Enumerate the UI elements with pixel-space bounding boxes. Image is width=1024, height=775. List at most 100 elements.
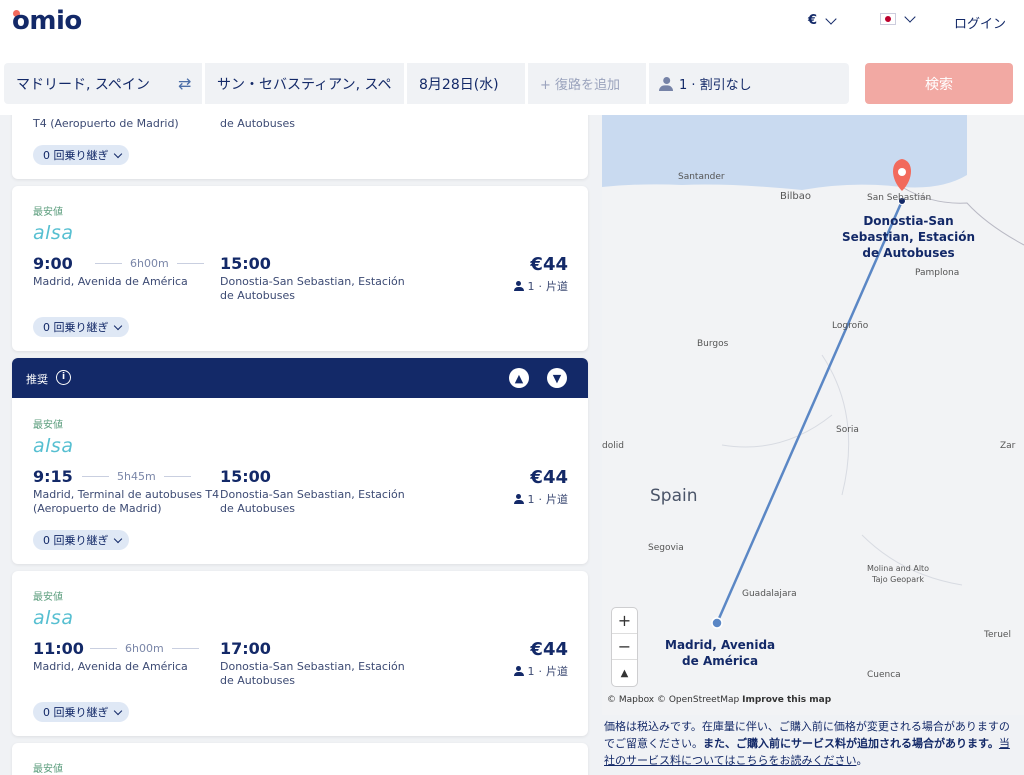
compass-icon[interactable]: ▲: [612, 660, 637, 686]
map-label-country: Spain: [650, 486, 698, 506]
transfer-toggle[interactable]: 0 回乗り継ぎ: [33, 702, 129, 722]
japan-flag-icon: [880, 13, 896, 25]
map-label: Segovia: [648, 543, 684, 553]
arrival-time: 15:00: [220, 254, 271, 273]
language-selector[interactable]: [880, 11, 916, 25]
map-label: dolid: [602, 441, 624, 451]
person-icon: [659, 76, 673, 91]
chevron-down-icon: [113, 149, 122, 158]
results-list[interactable]: T4 (Aeropuerto de Madrid) de Autobuses 0…: [0, 115, 602, 775]
info-icon[interactable]: i: [56, 370, 71, 385]
arrival-station: Donostia-San Sebastian, Estación de Auto…: [220, 660, 405, 687]
map-label: Logroño: [832, 321, 869, 331]
zoom-controls: + − ▲: [612, 608, 637, 686]
chevron-down-icon: [113, 534, 122, 543]
map-label: Santander: [678, 172, 725, 182]
login-link[interactable]: ログイン: [954, 13, 1006, 32]
carrier-logo: alsa: [33, 607, 74, 629]
trip-duration: 6h00m: [95, 257, 204, 270]
destination-pin-hole: [898, 168, 906, 176]
map-canvas: [602, 115, 1024, 629]
trip-type: 片道: [546, 665, 568, 678]
carrier-logo: alsa: [33, 435, 74, 457]
map-label: Zar: [1000, 441, 1016, 451]
arrival-time: 17:00: [220, 639, 271, 658]
origin-marker: [711, 617, 723, 629]
map-label: Guadalajara: [742, 589, 797, 599]
map-label: Molina and Alto Tajo Geopark: [867, 564, 930, 584]
result-card-partial[interactable]: T4 (Aeropuerto de Madrid) de Autobuses 0…: [12, 115, 588, 179]
map-label: Bilbao: [780, 191, 812, 202]
transfer-label: 0 回乗り継ぎ: [43, 321, 109, 334]
swap-icon[interactable]: ⇄: [178, 74, 191, 93]
station-to: de Autobuses: [220, 117, 295, 130]
transfer-toggle[interactable]: 0 回乗り継ぎ: [33, 530, 129, 550]
price: €44: [530, 254, 568, 275]
route-map[interactable]: Santander Bilbao San Sebastián Donostia-…: [602, 115, 1024, 715]
thumbs-down-icon[interactable]: ▼: [547, 368, 567, 388]
duration-label: 5h45m: [117, 470, 156, 483]
passengers-field[interactable]: 1 · 割引なし: [649, 63, 849, 104]
chevron-down-icon: [904, 11, 916, 23]
map-label: Burgos: [697, 339, 729, 349]
price-disclaimer: 価格は税込みです。在庫量に伴い、ご購入前に価格が変更される場合がありますのでご留…: [604, 720, 1010, 767]
currency-label: €: [808, 13, 818, 28]
search-button[interactable]: 検索: [865, 63, 1013, 104]
route-line: [715, 200, 904, 624]
map-label: Soria: [836, 425, 859, 435]
cheapest-badge: 最安値: [33, 420, 63, 431]
roads: [721, 354, 963, 586]
improve-map-link[interactable]: Improve this map: [742, 695, 831, 705]
passengers-label: 1 · 割引なし: [679, 78, 752, 93]
thumbs-up-icon[interactable]: ▲: [509, 368, 529, 388]
destination-field[interactable]: サン・セバスティアン, スペ: [205, 63, 404, 104]
currency-selector[interactable]: €: [808, 12, 837, 28]
passenger-info: 1 · 片道: [513, 491, 568, 507]
map-label: San Sebastián: [867, 193, 932, 203]
bay-of-biscay: [602, 115, 967, 190]
chevron-down-icon: [825, 12, 837, 25]
transfer-label: 0 回乗り継ぎ: [43, 534, 109, 547]
pax-count: 1: [527, 664, 535, 678]
trip-duration: 6h00m: [90, 642, 199, 655]
trip-duration: 5h45m: [82, 470, 191, 483]
arrival-time: 15:00: [220, 467, 271, 486]
map-label: Teruel: [984, 630, 1011, 640]
origin-field[interactable]: マドリード, スペイン: [4, 63, 202, 104]
station-from: T4 (Aeropuerto de Madrid): [33, 117, 179, 130]
omio-logo[interactable]: omio: [12, 6, 82, 36]
person-icon: [513, 281, 524, 291]
date-field[interactable]: 8月28日(水): [407, 63, 525, 104]
chevron-down-icon: [113, 706, 122, 715]
arrival-station: Donostia-San Sebastian, Estación de Auto…: [220, 488, 405, 515]
result-card[interactable]: 最安値 alsa 11:00 6h00m 17:00 Madrid, Aveni…: [12, 571, 588, 736]
result-card[interactable]: 最安値: [12, 743, 588, 775]
pax-count: 1: [527, 279, 535, 293]
map-attribution: © Mapbox © OpenStreetMap Improve this ma…: [607, 695, 832, 705]
person-icon: [513, 494, 524, 504]
return-date-field[interactable]: + 復路を追加: [528, 63, 646, 104]
map-label: Pamplona: [915, 268, 960, 278]
trip-type: 片道: [546, 280, 568, 293]
transfer-toggle[interactable]: 0 回乗り継ぎ: [33, 317, 129, 337]
trip-type: 片道: [546, 493, 568, 506]
price: €44: [530, 639, 568, 660]
pax-count: 1: [527, 492, 535, 506]
departure-time: 9:15: [33, 467, 73, 486]
transfer-toggle[interactable]: 0 回乗り継ぎ: [33, 145, 129, 165]
passenger-info: 1 · 片道: [513, 278, 568, 294]
result-card[interactable]: 最安値 alsa 9:00 6h00m 15:00 Madrid, Avenid…: [12, 186, 588, 351]
cheapest-badge: 最安値: [33, 592, 63, 603]
recommended-label: 推奨: [26, 373, 48, 386]
zoom-in-button[interactable]: +: [612, 608, 637, 634]
transfer-label: 0 回乗り継ぎ: [43, 706, 109, 719]
destination-label: Donostia-San Sebastian, Estación de Auto…: [842, 214, 976, 260]
zoom-out-button[interactable]: −: [612, 634, 637, 660]
person-icon: [513, 666, 524, 676]
departure-time: 9:00: [33, 254, 73, 273]
origin-label: Madrid, Avenida de América: [665, 638, 776, 668]
result-card-recommended[interactable]: 推奨 i ▲ ▼ 最安値 alsa 9:15 5h45m 15:00 Madri…: [12, 358, 588, 564]
departure-station: Madrid, Terminal de autobuses T4 (Aeropu…: [33, 488, 220, 515]
top-bar: omio € ログイン: [0, 0, 1024, 52]
transfer-label: 0 回乗り継ぎ: [43, 149, 109, 162]
